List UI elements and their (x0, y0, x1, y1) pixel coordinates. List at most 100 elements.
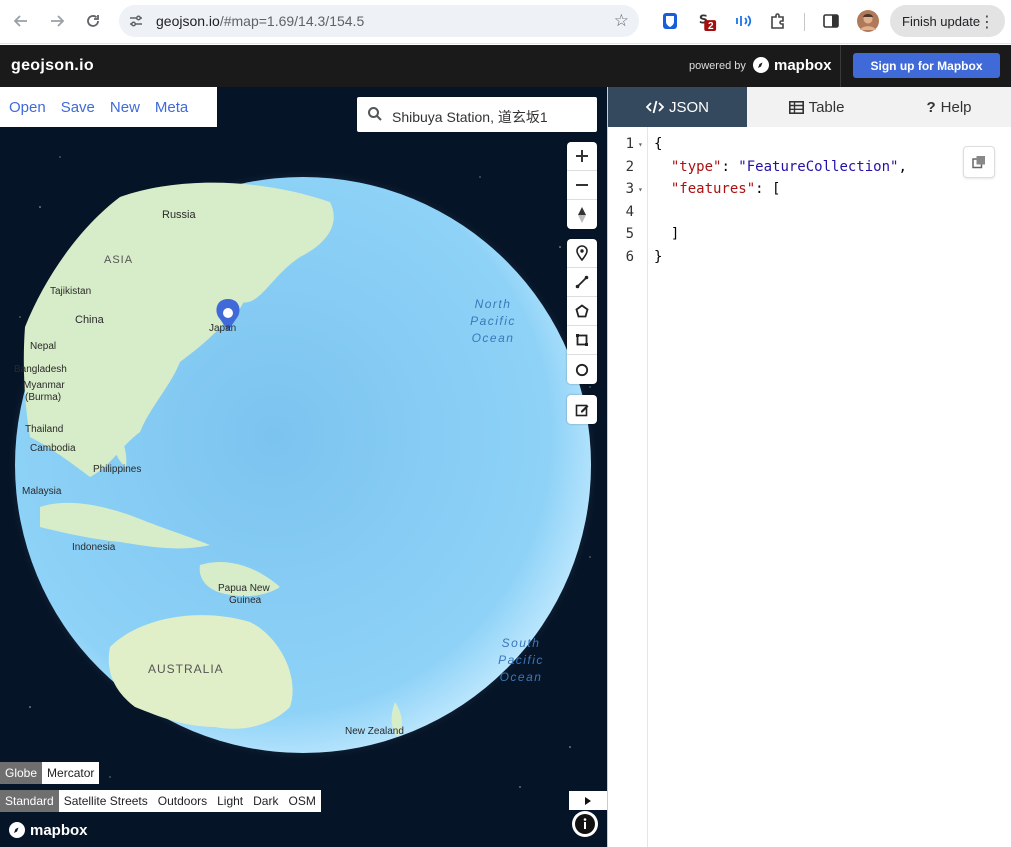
label-guinea: Guinea (229, 595, 262, 606)
edit-geometry-icon[interactable] (567, 395, 597, 424)
draw-controls (567, 239, 597, 384)
line-number: 1 (625, 136, 634, 152)
label-japan: Japan (209, 323, 237, 334)
mapbox-watermark[interactable]: mapbox (8, 821, 88, 839)
bookmark-star-icon[interactable]: ☆ (614, 11, 629, 31)
style-light[interactable]: Light (212, 790, 249, 812)
style-selector: Standard Satellite Streets Outdoors Ligh… (0, 790, 321, 812)
address-bar[interactable]: geojson.io/#map=1.69/14.3/154.5 ☆ (119, 5, 639, 37)
header-divider (840, 45, 841, 87)
map-canvas[interactable]: Russia ASIA Tajikistan China Japan Nepal… (0, 87, 607, 847)
side-panel-icon[interactable] (821, 11, 841, 31)
copy-icon (972, 156, 985, 169)
url-text: geojson.io/#map=1.69/14.3/154.5 (156, 13, 365, 29)
code-line-1: { (654, 136, 663, 152)
line-number: 3 (625, 181, 634, 197)
draw-rectangle-icon[interactable] (567, 326, 597, 355)
label-ocean-s: Ocean (499, 670, 543, 684)
line-gutter: 1 ▾ 2 3 ▾ 4 5 6 (608, 127, 648, 847)
label-pacific-s: Pacific (498, 653, 544, 667)
line-number: 2 (625, 159, 634, 175)
label-new-zealand: New Zealand (345, 726, 404, 737)
tab-help[interactable]: ? Help (886, 87, 1011, 127)
caret-right-icon (585, 796, 591, 805)
finish-update-button[interactable]: Finish update ⋮ (890, 5, 1005, 37)
label-ocean-n: Ocean (471, 331, 515, 345)
back-icon[interactable] (8, 8, 34, 34)
menu-save[interactable]: Save (61, 99, 95, 116)
bitwarden-icon[interactable] (660, 11, 680, 31)
edit-controls (567, 395, 597, 424)
label-papua-new: Papua New (218, 583, 270, 594)
label-north-pacific: North Pacific Ocean (460, 296, 526, 347)
label-myanmar: Myanmar (23, 380, 65, 391)
geocoder-search[interactable]: Shibuya Station, 道玄坂1 (357, 97, 597, 132)
file-menu: Open Save New Meta (0, 87, 217, 127)
json-value-featurecollection: "FeatureCollection" (738, 159, 899, 175)
brand-title[interactable]: geojson.io (11, 57, 94, 75)
mapbox-watermark-text: mapbox (30, 821, 88, 839)
label-cambodia: Cambodia (30, 443, 76, 454)
json-key-type: "type" (670, 159, 722, 175)
menu-open[interactable]: Open (9, 99, 46, 116)
extensions-puzzle-icon[interactable] (768, 11, 788, 31)
code-line-3: "features": [ (670, 181, 781, 197)
extension-badge-icon[interactable]: S 2 (697, 11, 717, 32)
zoom-in-icon[interactable] (567, 142, 597, 171)
profile-avatar[interactable] (857, 10, 879, 32)
label-australia: AUSTRALIA (148, 662, 224, 676)
compass-icon[interactable] (567, 200, 597, 229)
search-input[interactable]: Shibuya Station, 道玄坂1 (392, 107, 548, 127)
style-outdoors[interactable]: Outdoors (152, 790, 213, 812)
label-bangladesh: Bangladesh (14, 364, 67, 375)
mapbox-logo[interactable]: mapbox (752, 56, 832, 74)
style-osm[interactable]: OSM (283, 790, 321, 812)
label-thailand: Thailand (25, 424, 64, 435)
json-editor[interactable]: 1 ▾ 2 3 ▾ 4 5 6 { "type": "FeatureCollec… (608, 127, 1011, 847)
reload-icon[interactable] (80, 8, 106, 34)
collapse-panel-button[interactable] (569, 791, 607, 810)
json-key-features: "features" (670, 181, 756, 197)
style-satellite-streets[interactable]: Satellite Streets (58, 790, 153, 812)
projection-globe[interactable]: Globe (0, 762, 43, 784)
audio-extension-icon[interactable] (733, 11, 753, 31)
label-indonesia: Indonesia (72, 542, 116, 553)
question-icon: ? (926, 98, 936, 116)
search-icon (368, 107, 382, 121)
app-header: geojson.io powered by mapbox Sign up for… (0, 45, 1011, 87)
label-malaysia: Malaysia (22, 486, 62, 497)
tab-help-label: Help (940, 98, 972, 116)
toolbar-separator (804, 13, 805, 31)
label-china: China (75, 314, 104, 326)
code-line-5: ] (654, 226, 680, 242)
style-dark[interactable]: Dark (248, 790, 284, 812)
label-south: South (501, 636, 541, 650)
table-icon (788, 100, 804, 114)
attribution-info-icon[interactable] (572, 811, 598, 837)
draw-line-icon[interactable] (567, 268, 597, 297)
label-tajikistan: Tajikistan (50, 286, 92, 297)
draw-polygon-icon[interactable] (567, 297, 597, 326)
projection-mercator[interactable]: Mercator (42, 762, 100, 784)
tab-json[interactable]: JSON (608, 87, 747, 127)
powered-by-text: powered by (689, 60, 746, 72)
draw-circle-icon[interactable] (567, 355, 597, 384)
style-standard[interactable]: Standard (0, 790, 59, 812)
draw-point-icon[interactable] (567, 239, 597, 268)
label-burma: (Burma) (25, 392, 62, 403)
copy-json-button[interactable] (963, 146, 995, 178)
signup-mapbox-button[interactable]: Sign up for Mapbox (853, 53, 1000, 78)
tab-table[interactable]: Table (747, 87, 886, 127)
code-line-2: "type": "FeatureCollection", (670, 159, 907, 175)
fold-arrow-icon[interactable]: ▾ (638, 140, 643, 149)
menu-new[interactable]: New (110, 99, 140, 116)
extension-badge-count: 2 (708, 21, 714, 32)
zoom-out-icon[interactable] (567, 171, 597, 200)
menu-meta[interactable]: Meta (155, 99, 188, 116)
zoom-controls (567, 142, 597, 229)
more-vert-icon: ⋮ (979, 14, 995, 31)
forward-icon[interactable] (44, 8, 70, 34)
editor-panel: JSON Table ? Help 1 ▾ 2 3 ▾ 4 5 6 { "typ… (607, 87, 1011, 847)
fold-arrow-icon[interactable]: ▾ (638, 185, 643, 194)
site-settings-icon[interactable] (128, 13, 144, 29)
